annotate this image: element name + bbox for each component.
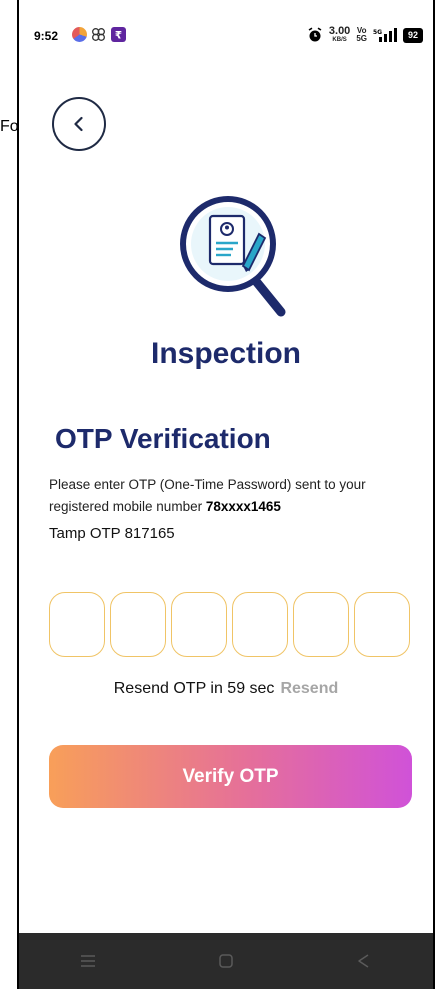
otp-digit-4[interactable] — [232, 592, 288, 657]
otp-digit-1[interactable] — [49, 592, 105, 657]
signal-icon: 5G — [373, 28, 397, 42]
app-notification-icon — [72, 27, 87, 42]
phone-screen: 9:52 ₹ 3.00 KB/S Vo 5G 5G 92 Inspection … — [17, 0, 435, 989]
phonepe-icon: ₹ — [111, 27, 126, 42]
inspection-logo-icon — [180, 196, 286, 317]
status-right-group: 3.00 KB/S Vo 5G 5G 92 — [307, 26, 423, 44]
otp-digit-5[interactable] — [293, 592, 349, 657]
temp-otp-text: Tamp OTP 817165 — [49, 525, 175, 542]
system-nav-bar — [19, 933, 433, 989]
otp-digit-3[interactable] — [171, 592, 227, 657]
status-time: 9:52 — [34, 29, 59, 43]
otp-digit-6[interactable] — [354, 592, 410, 657]
data-speed: 3.00 KB/S — [328, 25, 351, 44]
status-bar: 9:52 ₹ 3.00 KB/S Vo 5G 5G 92 — [19, 0, 433, 60]
verify-otp-button[interactable]: Verify OTP — [49, 745, 412, 808]
app-title: Inspection — [150, 337, 301, 370]
menu-icon — [81, 955, 95, 967]
pinwheel-icon — [92, 28, 105, 41]
nav-home-button[interactable] — [211, 946, 241, 976]
resend-line: Resend OTP in 59 sec Resend — [19, 680, 433, 698]
back-triangle-icon — [358, 954, 369, 968]
otp-input-row — [49, 592, 410, 657]
alarm-icon — [308, 27, 322, 42]
svg-text:₹: ₹ — [115, 29, 122, 41]
nav-back-button[interactable] — [349, 946, 379, 976]
nav-menu-button[interactable] — [73, 946, 103, 976]
resend-link[interactable]: Resend — [280, 680, 338, 697]
otp-title: OTP Verification — [55, 423, 271, 454]
svg-text:5G: 5G — [373, 29, 382, 36]
otp-digit-2[interactable] — [110, 592, 166, 657]
battery-indicator: 92 — [402, 27, 423, 43]
back-button[interactable] — [52, 97, 106, 151]
resend-timer-text: Resend OTP in 59 sec — [113, 680, 275, 697]
chevron-left-icon — [74, 116, 83, 132]
volte-indicator: Vo 5G — [356, 26, 367, 43]
otp-description: Please enter OTP (One-Time Password) sen… — [49, 474, 419, 518]
home-icon — [219, 954, 233, 968]
masked-mobile-number: 78xxxx1465 — [205, 499, 281, 514]
